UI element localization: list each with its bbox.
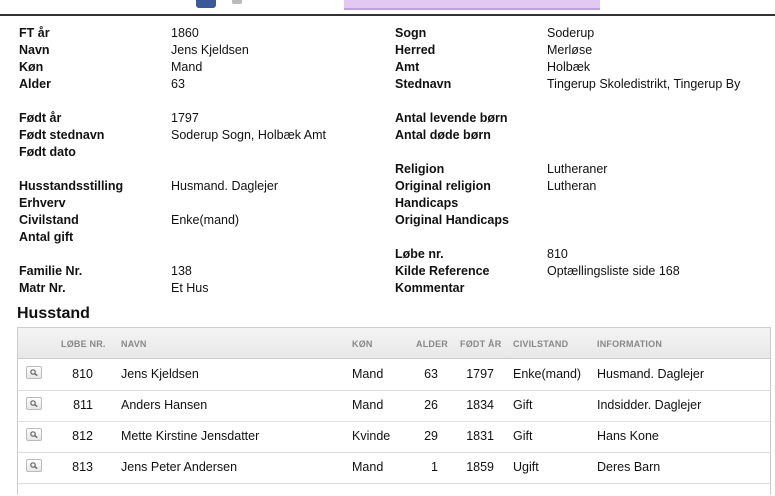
cell-civilstand: Gift xyxy=(513,398,533,412)
cell-koen: Mand xyxy=(352,398,384,412)
label-koen: Køn xyxy=(19,60,44,74)
label-husstandsstilling: Husstandsstilling xyxy=(19,179,124,193)
label-ft-aar: FT år xyxy=(19,26,50,40)
label-matr-nr: Matr Nr. xyxy=(19,281,66,295)
cell-foedt-aar: 1859 xyxy=(466,460,494,474)
value-ft-aar: 1860 xyxy=(171,26,199,40)
cell-loebe-nr: 811 xyxy=(73,398,93,412)
cell-alder: 26 xyxy=(424,398,438,412)
value-stednavn: Tingerup Skoledistrikt, Tingerup By xyxy=(547,77,741,91)
cell-alder: 29 xyxy=(424,429,438,443)
label-navn: Navn xyxy=(19,43,50,57)
label-civilstand: Civilstand xyxy=(19,213,79,227)
value-religion: Lutheraner xyxy=(547,162,608,176)
col-information[interactable]: INFORMATION xyxy=(597,328,662,360)
cell-koen: Kvinde xyxy=(352,429,391,443)
value-amt: Holbæk xyxy=(547,60,591,74)
label-herred: Herred xyxy=(395,43,436,57)
label-foedt-stednavn: Født stednavn xyxy=(19,128,105,142)
label-erhverv: Erhverv xyxy=(19,196,66,210)
cell-alder: 63 xyxy=(424,367,438,381)
value-kilde-reference: Optællingsliste side 168 xyxy=(547,264,680,278)
cell-alder: 1 xyxy=(431,460,438,474)
label-stednavn: Stednavn xyxy=(395,77,452,91)
cell-information: Hans Kone xyxy=(597,429,659,443)
household-table: LØBE NR. NAVN KØN ALDER FØDT ÅR CIVILSTA… xyxy=(17,327,771,495)
highlight-banner xyxy=(344,0,600,10)
value-matr-nr: Et Hus xyxy=(171,281,209,295)
label-amt: Amt xyxy=(395,60,420,74)
label-original-handicaps: Original Handicaps xyxy=(395,213,509,227)
cell-information: Deres Barn xyxy=(597,460,661,474)
value-koen: Mand xyxy=(171,60,203,74)
value-herred: Merløse xyxy=(547,43,593,57)
value-alder: 63 xyxy=(171,77,185,91)
cell-loebe-nr: 812 xyxy=(72,429,93,443)
label-kilde-reference: Kilde Reference xyxy=(395,264,490,278)
magnifier-icon[interactable] xyxy=(26,459,42,472)
cell-foedt-aar: 1797 xyxy=(466,367,494,381)
col-civilstand[interactable]: CIVILSTAND xyxy=(513,328,568,360)
cell-loebe-nr: 810 xyxy=(72,367,93,381)
table-header: LØBE NR. NAVN KØN ALDER FØDT ÅR CIVILSTA… xyxy=(18,328,770,359)
label-foedt-aar: Født år xyxy=(19,111,62,125)
cell-koen: Mand xyxy=(352,367,384,381)
magnifier-icon[interactable] xyxy=(26,397,42,410)
cell-civilstand: Ugift xyxy=(513,460,539,474)
label-sogn: Sogn xyxy=(395,26,427,40)
table-row[interactable]: 812 Mette Kirstine Jensdatter Kvinde 29 … xyxy=(18,421,770,453)
value-navn: Jens Kjeldsen xyxy=(171,43,249,57)
col-loebe-nr[interactable]: LØBE NR. xyxy=(61,328,106,360)
cell-koen: Mand xyxy=(352,460,384,474)
cell-navn: Anders Hansen xyxy=(121,398,208,412)
cell-loebe-nr: 813 xyxy=(72,460,93,474)
value-original-religion: Lutheran xyxy=(547,179,597,193)
table-row[interactable]: 811 Anders Hansen Mand 26 1834 Gift Inds… xyxy=(18,390,770,422)
value-civilstand: Enke(mand) xyxy=(171,213,240,227)
table-row[interactable]: 810 Jens Kjeldsen Mand 63 1797 Enke(mand… xyxy=(18,359,770,391)
label-loebe-nr: Løbe nr. xyxy=(395,247,444,261)
value-foedt-stednavn: Soderup Sogn, Holbæk Amt xyxy=(171,128,326,142)
magnifier-icon[interactable] xyxy=(26,428,42,441)
cell-navn: Jens Peter Andersen xyxy=(121,460,238,474)
label-religion: Religion xyxy=(395,162,445,176)
top-bar xyxy=(0,0,775,16)
col-koen[interactable]: KØN xyxy=(352,328,373,360)
cell-navn: Jens Kjeldsen xyxy=(121,367,199,381)
cell-information: Indsidder. Daglejer xyxy=(597,398,702,412)
label-antal-levende-boern: Antal levende børn xyxy=(395,111,508,125)
label-original-religion: Original religion xyxy=(395,179,491,193)
label-foedt-dato: Født dato xyxy=(19,145,76,159)
magnifier-icon[interactable] xyxy=(26,366,42,379)
value-loebe-nr: 810 xyxy=(547,247,568,261)
table-row[interactable]: 813 Jens Peter Andersen Mand 1 1859 Ugif… xyxy=(18,452,770,484)
label-familie-nr: Familie Nr. xyxy=(19,264,83,278)
label-handicaps: Handicaps xyxy=(395,196,459,210)
cell-civilstand: Gift xyxy=(513,429,533,443)
value-sogn: Soderup xyxy=(547,26,595,40)
value-familie-nr: 138 xyxy=(171,264,192,278)
label-antal-gift: Antal gift xyxy=(19,230,74,244)
cell-information: Husmand. Daglejer xyxy=(597,367,704,381)
cell-navn: Mette Kirstine Jensdatter xyxy=(121,429,260,443)
label-alder: Alder xyxy=(19,77,51,91)
facebook-icon[interactable] xyxy=(196,0,216,8)
col-foedt-aar[interactable]: FØDT ÅR xyxy=(460,328,501,360)
col-alder[interactable]: ALDER xyxy=(416,328,448,360)
label-kommentar: Kommentar xyxy=(395,281,465,295)
cell-foedt-aar: 1831 xyxy=(466,429,494,443)
household-title: Husstand xyxy=(17,305,90,322)
share-icon[interactable] xyxy=(232,0,242,4)
col-navn[interactable]: NAVN xyxy=(121,328,147,360)
cell-foedt-aar: 1834 xyxy=(466,398,494,412)
value-foedt-aar: 1797 xyxy=(171,111,199,125)
value-husstandsstilling: Husmand. Daglejer xyxy=(171,179,278,193)
label-antal-doede-boern: Antal døde børn xyxy=(395,128,491,142)
cell-civilstand: Enke(mand) xyxy=(513,367,582,381)
